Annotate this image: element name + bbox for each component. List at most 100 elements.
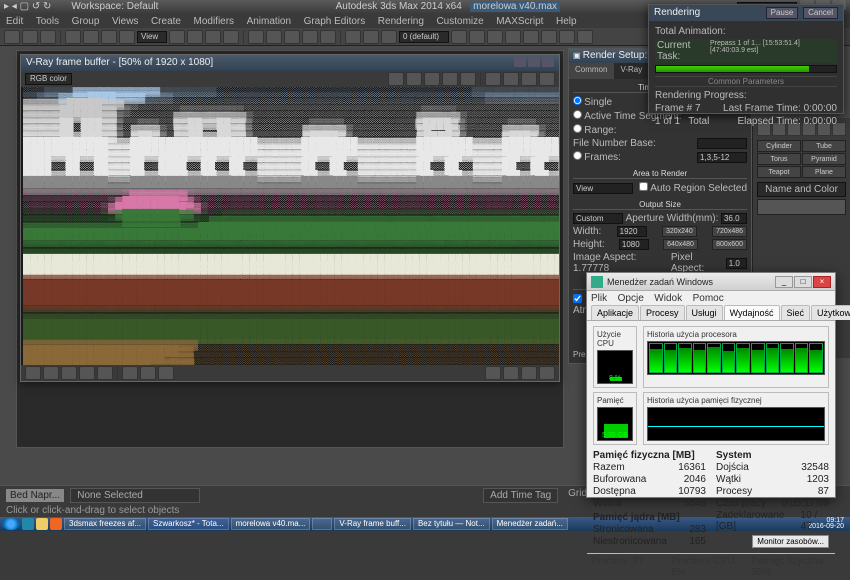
toolbar-btn[interactable] [505,30,521,44]
aperture-field[interactable]: 36.0 [721,213,747,224]
tm-tab-aplikacje[interactable]: Aplikacje [591,305,639,320]
toolbar-btn[interactable] [363,30,379,44]
vfb-maximize[interactable] [528,57,540,67]
primitive-teapot[interactable]: Teapot [757,166,801,178]
toolbar-btn[interactable] [266,30,282,44]
toolbar-btn[interactable] [223,30,239,44]
taskmgr-titlebar[interactable]: Menedżer zadań Windows _ □ × [587,273,835,291]
menu-create[interactable]: Create [151,16,181,27]
radio-range[interactable] [573,124,582,133]
tab-common[interactable]: Common [569,63,614,79]
taskbar-pin-explorer[interactable] [36,518,48,530]
toolbar-btn[interactable] [559,30,575,44]
toolbar-btn[interactable] [345,30,361,44]
name-and-color-rollout[interactable]: Name and Color [757,182,846,197]
radio-single[interactable] [573,96,582,105]
vfb-tool-btn[interactable] [424,72,440,86]
vfb-tool-btn[interactable] [97,366,113,380]
menu-group[interactable]: Group [72,16,100,27]
tm-tab-uslugi[interactable]: Usługi [686,305,723,320]
vfb-channel-dropdown[interactable]: RGB color [25,73,72,85]
width-field[interactable]: 1920 [617,226,647,237]
frames-field[interactable]: 1,3,5-12 [697,152,747,163]
vfb-tool-btn[interactable] [485,366,501,380]
vfb-tool-btn[interactable] [43,366,59,380]
primitive-plane[interactable]: Plane [802,166,846,178]
toolbar-btn[interactable] [381,30,397,44]
height-field[interactable]: 1080 [619,239,649,250]
toolbar-btn[interactable] [302,30,318,44]
menu-views[interactable]: Views [112,16,139,27]
menu-animation[interactable]: Animation [247,16,291,27]
vfb-tool-btn[interactable] [503,72,519,86]
tm-menu-widok[interactable]: Widok [654,293,682,304]
toolbar-btn[interactable] [169,30,185,44]
vfb-tool-btn[interactable] [503,366,519,380]
vfb-tool-btn[interactable] [122,366,138,380]
vfb-tool-btn[interactable] [539,366,555,380]
vfb-tool-btn[interactable] [485,72,501,86]
primitive-pyramid[interactable]: Pyramid [802,153,846,165]
taskbar-pin-ie[interactable] [22,518,34,530]
primitive-tube[interactable]: Tube [802,140,846,152]
menu-rendering[interactable]: Rendering [378,16,424,27]
resource-monitor-button[interactable]: Monitor zasobów... [752,535,829,548]
check-atmospherics[interactable] [573,294,582,303]
toolbar-btn[interactable] [541,30,557,44]
toolbar-dropdown-view[interactable]: View [137,31,167,43]
add-time-tag[interactable]: Add Time Tag [483,488,558,503]
pixel-aspect-field[interactable]: 1.0 [726,258,747,269]
menu-tools[interactable]: Tools [36,16,59,27]
toolbar-btn[interactable] [320,30,336,44]
vfb-tool-btn[interactable] [388,72,404,86]
vfb-tool-btn[interactable] [442,72,458,86]
menu-customize[interactable]: Customize [436,16,483,27]
preset-320x240[interactable]: 320x240 [662,226,697,237]
vfb-tool-btn[interactable] [460,72,476,86]
taskmgr-maximize[interactable]: □ [794,276,812,288]
tm-menu-pomoc[interactable]: Pomoc [693,293,724,304]
toolbar-btn[interactable] [284,30,300,44]
toolbar-btn[interactable] [205,30,221,44]
toolbar-btn[interactable] [248,30,264,44]
taskmgr-minimize[interactable]: _ [775,276,793,288]
toolbar-btn[interactable] [577,30,593,44]
tm-tab-siec[interactable]: Sieć [781,305,811,320]
menu-maxscript[interactable]: MAXScript [496,16,543,27]
file-number-base-field[interactable] [697,138,747,149]
vfb-tool-btn[interactable] [61,366,77,380]
start-button[interactable] [2,518,20,530]
output-size-dropdown[interactable]: Custom [573,213,623,224]
rendering-titlebar[interactable]: Rendering Pause Cancel [649,5,843,21]
taskbar-item[interactable]: Szwarkosz* - Tota... [148,518,229,530]
radio-active-seg[interactable] [573,110,582,119]
check-auto-region[interactable] [639,182,648,191]
toolbar-btn[interactable] [451,30,467,44]
toolbar-btn[interactable] [40,30,56,44]
vfb-titlebar[interactable]: V-Ray frame buffer - [50% of 1920 x 1080… [21,55,559,71]
workspace-selector[interactable]: Workspace: Default [71,0,158,14]
taskbar-item[interactable]: 3dsmax freezes af... [64,518,146,530]
vfb-tool-btn[interactable] [521,72,537,86]
area-dropdown[interactable]: View [573,183,633,194]
vfb-close[interactable] [542,57,554,67]
menu-modifiers[interactable]: Modifiers [193,16,234,27]
tm-tab-wydajnosc[interactable]: Wydajność [724,305,780,320]
menu-graph-editors[interactable]: Graph Editors [304,16,366,27]
taskbar-item[interactable]: V-Ray frame buff... [334,518,411,530]
toolbar-btn[interactable] [22,30,38,44]
vfb-tool-btn[interactable] [140,366,156,380]
tab-vray[interactable]: V-Ray [614,63,649,79]
radio-frames[interactable] [573,151,582,160]
vfb-tool-btn[interactable] [539,72,555,86]
tm-tab-uzytkownicy[interactable]: Użytkownicy [811,305,850,320]
toolbar-btn[interactable] [187,30,203,44]
object-name-field[interactable] [757,199,846,215]
tm-menu-plik[interactable]: Plik [591,293,607,304]
cancel-button[interactable]: Cancel [803,7,838,19]
taskbar-item[interactable]: Menedżer zadań... [492,518,568,530]
primitive-cylinder[interactable]: Cylinder [757,140,801,152]
toolbar-btn[interactable] [487,30,503,44]
preset-720x486[interactable]: 720x486 [712,226,747,237]
toolbar-btn[interactable] [101,30,117,44]
